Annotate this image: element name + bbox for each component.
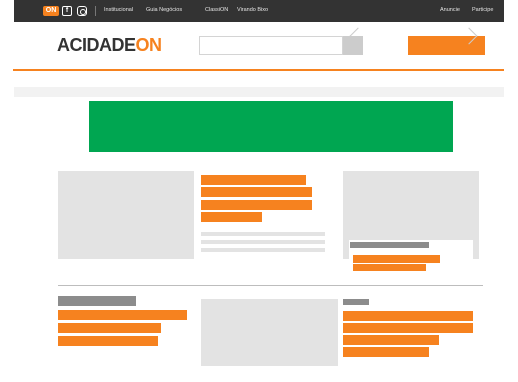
search-input[interactable] xyxy=(199,36,343,55)
featured-image[interactable] xyxy=(58,171,194,259)
carousel-headline-line-1[interactable] xyxy=(353,255,440,263)
nav-link-participe[interactable]: Participe xyxy=(472,7,493,13)
summary-line-3 xyxy=(201,248,325,252)
headline-line-2[interactable] xyxy=(201,187,312,197)
section-divider xyxy=(58,285,483,286)
top-bar: ON f Institucional Guia Negócios ClassiO… xyxy=(0,0,518,28)
right-headline-line-3[interactable] xyxy=(343,335,439,345)
carousel-category-label xyxy=(350,242,429,248)
summary-line-2 xyxy=(201,240,325,244)
right-headline-line-1[interactable] xyxy=(343,311,473,321)
headline-line-4[interactable] xyxy=(201,212,262,222)
header-divider xyxy=(13,69,504,71)
site-logo[interactable]: ACIDADEON xyxy=(57,35,162,55)
nav-link-guia-negocios[interactable]: Guia Negócios xyxy=(146,7,182,13)
nav-link-anuncie[interactable]: Anuncie xyxy=(440,7,460,13)
facebook-icon[interactable]: f xyxy=(62,6,72,16)
summary-line-1 xyxy=(201,232,325,236)
carousel-headline-line-2[interactable] xyxy=(353,264,426,271)
headline-line-1[interactable] xyxy=(201,175,306,185)
logo-text: ACIDADE xyxy=(57,35,136,55)
page: ON f Institucional Guia Negócios ClassiO… xyxy=(0,0,518,382)
section-label-right xyxy=(343,299,369,305)
left-headline-line-2[interactable] xyxy=(58,323,161,333)
instagram-icon[interactable] xyxy=(77,6,87,16)
nav-link-institucional[interactable]: Institucional xyxy=(104,7,133,13)
menu-strip xyxy=(14,87,504,97)
logo-accent: ON xyxy=(135,35,163,55)
nav-link-virando-bixo[interactable]: Virando Bixo xyxy=(237,7,268,13)
left-headline-line-3[interactable] xyxy=(58,336,158,346)
right-headline-line-2[interactable] xyxy=(343,323,473,333)
secondary-image[interactable] xyxy=(201,299,338,366)
carousel-border-right xyxy=(473,240,479,259)
carousel-border-left xyxy=(343,240,349,259)
on-logo-badge[interactable]: ON xyxy=(43,6,59,16)
ad-banner[interactable] xyxy=(89,101,453,152)
section-label-left xyxy=(58,296,136,306)
left-headline-line-1[interactable] xyxy=(58,310,187,320)
carousel-image[interactable] xyxy=(343,171,479,240)
right-headline-line-4[interactable] xyxy=(343,347,429,357)
headline-line-3[interactable] xyxy=(201,200,312,210)
nav-link-classion[interactable]: ClassiON xyxy=(205,7,228,13)
top-bar-separator xyxy=(95,6,96,16)
